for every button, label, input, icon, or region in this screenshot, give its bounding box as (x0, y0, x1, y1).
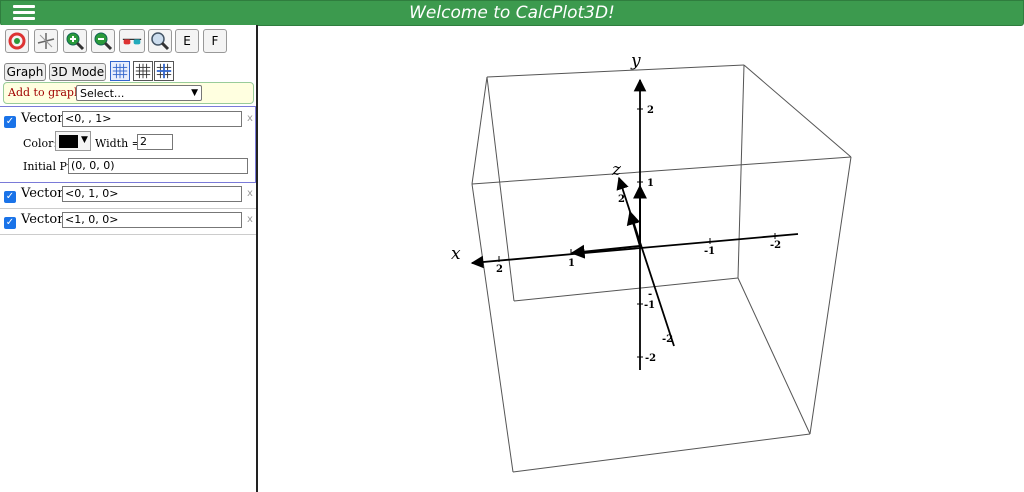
x-tick-label: -1 (704, 246, 715, 257)
tick-dash: - (648, 289, 652, 300)
color-label: Color: (23, 137, 58, 150)
width-label: Width = (95, 137, 141, 150)
y-tick-label: 2 (647, 105, 654, 116)
left-panel: E F Graph 3D Mode Add to graph: Select..… (0, 25, 258, 492)
x-tick-label: 1 (568, 258, 575, 269)
axes-icon[interactable] (34, 29, 58, 53)
3d-mode-button[interactable]: 3D Mode (49, 63, 106, 81)
axes (470, 78, 799, 370)
add-to-graph-bar: Add to graph: Select... ▼ (3, 82, 254, 104)
zoom-in-icon[interactable] (63, 29, 87, 53)
y-tick-label: -1 (644, 300, 655, 311)
e-button[interactable]: E (175, 29, 199, 53)
grid-axes-icon[interactable] (154, 61, 174, 81)
vector-1-close-icon[interactable]: x (247, 113, 253, 124)
vector-2-input[interactable]: <0, 1, 0> (62, 186, 242, 202)
x-axis-label: x (451, 244, 461, 264)
app-title: Welcome to CalcPlot3D! (409, 3, 615, 23)
grid-icon[interactable] (133, 61, 153, 81)
chevron-down-icon: ▼ (191, 88, 198, 98)
z-tick-label: 2 (618, 194, 625, 205)
vector-2-label: Vector: (21, 186, 68, 201)
vector-object-1: ✓ Vector: <0, , 1> x Color: ▼ Width = 2 … (0, 106, 256, 183)
plot-canvas[interactable]: 2 1 -1 -2 2 1 -1 -2 2 -2 - x y z (258, 25, 1024, 492)
vector-object-2: ✓ Vector: <0, 1, 0> x (0, 183, 256, 209)
y-tick-label: 1 (647, 178, 654, 189)
color-picker[interactable]: ▼ (55, 131, 91, 151)
x-tick-label: -2 (770, 240, 781, 251)
x-tick-label: 2 (496, 264, 503, 275)
zoom-out-icon[interactable] (91, 29, 115, 53)
vectors (570, 184, 647, 259)
vector-3-input[interactable]: <1, 0, 0> (62, 212, 242, 228)
vector-1-input[interactable]: <0, , 1> (62, 111, 242, 127)
top-bar: Welcome to CalcPlot3D! (0, 0, 1024, 26)
vector-3-close-icon[interactable]: x (247, 214, 253, 225)
y-axis-label: y (630, 51, 641, 71)
grid-box-icon[interactable] (110, 61, 130, 81)
initial-point-input[interactable]: (0, 0, 0) (68, 158, 248, 174)
divider (0, 234, 256, 235)
vector-2-close-icon[interactable]: x (247, 188, 253, 199)
z-tick-label: -2 (662, 334, 673, 345)
f-button[interactable]: F (203, 29, 227, 53)
graph-button[interactable]: Graph (4, 63, 46, 81)
divider (0, 208, 256, 209)
magnifier-icon[interactable] (148, 29, 172, 53)
vector-3-label: Vector: (21, 212, 68, 227)
vector-object-3: ✓ Vector: <1, 0, 0> x (0, 210, 256, 236)
bounding-box (471, 64, 852, 473)
vector-1-label: Vector: (21, 111, 68, 126)
vector-2-checkbox[interactable]: ✓ (4, 191, 16, 203)
add-to-graph-select[interactable]: Select... ▼ (76, 85, 202, 101)
reset-view-icon[interactable] (5, 29, 29, 53)
z-axis-label: z (611, 160, 622, 180)
y-tick-label: -2 (645, 353, 656, 364)
width-input[interactable]: 2 (137, 134, 173, 150)
add-to-graph-label: Add to graph: (8, 86, 85, 99)
vector-1-checkbox[interactable]: ✓ (4, 116, 16, 128)
3d-glasses-icon[interactable] (119, 29, 145, 53)
vector-3-checkbox[interactable]: ✓ (4, 217, 16, 229)
